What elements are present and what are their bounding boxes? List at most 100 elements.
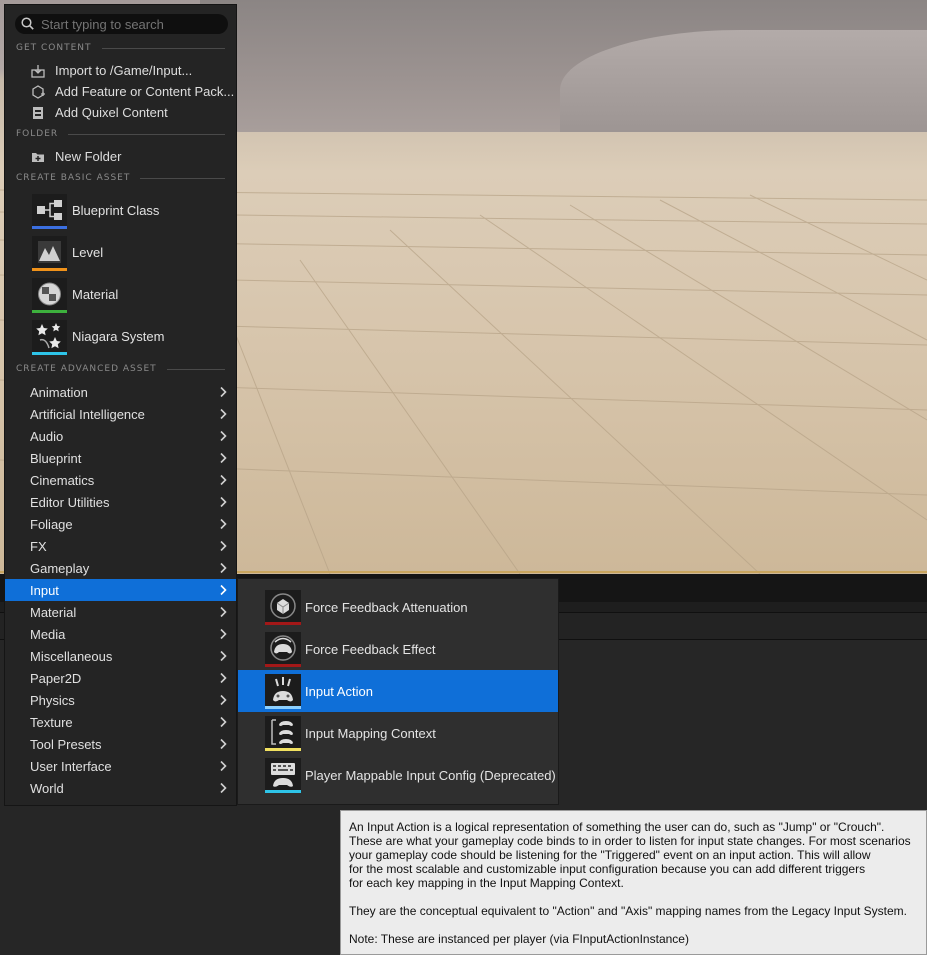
force-feedback-effect-label: Force Feedback Effect bbox=[305, 642, 436, 657]
chevron-right-icon bbox=[220, 386, 227, 398]
chevron-right-icon bbox=[220, 716, 227, 728]
input-action-color-bar bbox=[265, 706, 301, 709]
add-new-context-menu: GET CONTENT Import to /Game/Input... Add… bbox=[4, 4, 237, 806]
category-world[interactable]: World bbox=[5, 777, 236, 799]
chevron-right-icon bbox=[220, 474, 227, 486]
category-physics[interactable]: Physics bbox=[5, 689, 236, 711]
section-create-basic-label: CREATE BASIC ASSET bbox=[16, 173, 131, 183]
category-label: Paper2D bbox=[30, 671, 82, 686]
material-icon bbox=[32, 278, 67, 310]
category-label: Cinematics bbox=[30, 473, 95, 488]
import-menu-item[interactable]: Import to /Game/Input... bbox=[5, 60, 236, 81]
category-label: Editor Utilities bbox=[30, 495, 110, 510]
material-item[interactable]: Material bbox=[5, 276, 236, 316]
chevron-right-icon bbox=[220, 694, 227, 706]
force-feedback-effect-color-bar bbox=[265, 664, 301, 667]
level-label: Level bbox=[72, 245, 104, 260]
level-icon bbox=[32, 236, 67, 268]
search-icon bbox=[21, 17, 34, 30]
category-texture[interactable]: Texture bbox=[5, 711, 236, 733]
category-label: Foliage bbox=[30, 517, 73, 532]
category-cinematics[interactable]: Cinematics bbox=[5, 469, 236, 491]
category-label: FX bbox=[30, 539, 47, 554]
input-mapping-context-item[interactable]: Input Mapping Context bbox=[238, 712, 558, 754]
category-tool-presets[interactable]: Tool Presets bbox=[5, 733, 236, 755]
category-label: World bbox=[30, 781, 64, 796]
section-folder: FOLDER bbox=[16, 128, 225, 140]
niagara-system-label: Niagara System bbox=[72, 329, 165, 344]
new-folder-icon bbox=[32, 152, 44, 162]
chevron-right-icon bbox=[220, 430, 227, 442]
category-blueprint[interactable]: Blueprint bbox=[5, 447, 236, 469]
add-quixel-menu-item[interactable]: Add Quixel Content bbox=[5, 102, 236, 123]
blueprint-class-color-bar bbox=[32, 226, 67, 229]
level-item[interactable]: Level bbox=[5, 234, 236, 274]
search-input[interactable] bbox=[41, 14, 221, 34]
category-label: Artificial Intelligence bbox=[30, 407, 145, 422]
player-mappable-input-config-item[interactable]: Player Mappable Input Config (Deprecated… bbox=[238, 754, 558, 796]
chevron-right-icon bbox=[220, 628, 227, 640]
input-action-tooltip: An Input Action is a logical representat… bbox=[340, 810, 927, 955]
new-folder-menu-item[interactable]: New Folder bbox=[5, 146, 236, 167]
chevron-right-icon bbox=[220, 452, 227, 464]
chevron-right-icon bbox=[220, 606, 227, 618]
category-label: User Interface bbox=[30, 759, 112, 774]
section-create-advanced-asset: CREATE ADVANCED ASSET bbox=[16, 363, 225, 375]
input-mapping-context-label: Input Mapping Context bbox=[305, 726, 436, 741]
category-fx[interactable]: FX bbox=[5, 535, 236, 557]
force-feedback-effect-icon bbox=[265, 632, 301, 664]
section-get-content: GET CONTENT bbox=[16, 42, 225, 54]
player-mappable-input-config-label: Player Mappable Input Config (Deprecated… bbox=[305, 768, 556, 783]
category-label: Animation bbox=[30, 385, 88, 400]
force-feedback-effect-item[interactable]: Force Feedback Effect bbox=[238, 628, 558, 670]
chevron-right-icon bbox=[220, 650, 227, 662]
category-miscellaneous[interactable]: Miscellaneous bbox=[5, 645, 236, 667]
category-artificial-intelligence[interactable]: Artificial Intelligence bbox=[5, 403, 236, 425]
search-box[interactable] bbox=[15, 14, 228, 34]
category-label: Blueprint bbox=[30, 451, 82, 466]
material-color-bar bbox=[32, 310, 67, 313]
category-input[interactable]: Input bbox=[5, 579, 236, 601]
section-folder-label: FOLDER bbox=[16, 129, 59, 139]
chevron-right-icon bbox=[220, 672, 227, 684]
chevron-right-icon bbox=[220, 782, 227, 794]
category-foliage[interactable]: Foliage bbox=[5, 513, 236, 535]
category-audio[interactable]: Audio bbox=[5, 425, 236, 447]
chevron-right-icon bbox=[220, 738, 227, 750]
blueprint-class-label: Blueprint Class bbox=[72, 203, 160, 218]
player-mappable-config-icon bbox=[265, 758, 301, 790]
category-paper2d[interactable]: Paper2D bbox=[5, 667, 236, 689]
blueprint-class-icon bbox=[32, 194, 67, 226]
input-mapping-context-color-bar bbox=[265, 748, 301, 751]
blueprint-class-item[interactable]: Blueprint Class bbox=[5, 192, 236, 232]
category-label: Input bbox=[30, 583, 59, 598]
input-action-label: Input Action bbox=[305, 684, 373, 699]
section-create-advanced-label: CREATE ADVANCED ASSET bbox=[16, 364, 157, 374]
force-feedback-attenuation-color-bar bbox=[265, 622, 301, 625]
category-label: Texture bbox=[30, 715, 73, 730]
category-editor-utilities[interactable]: Editor Utilities bbox=[5, 491, 236, 513]
force-feedback-attenuation-item[interactable]: Force Feedback Attenuation bbox=[238, 586, 558, 628]
category-media[interactable]: Media bbox=[5, 623, 236, 645]
chevron-right-icon bbox=[220, 562, 227, 574]
import-icon bbox=[31, 64, 45, 78]
category-material[interactable]: Material bbox=[5, 601, 236, 623]
add-feature-menu-item[interactable]: Add Feature or Content Pack... bbox=[5, 81, 236, 102]
chevron-right-icon bbox=[220, 518, 227, 530]
category-label: Tool Presets bbox=[30, 737, 102, 752]
category-user-interface[interactable]: User Interface bbox=[5, 755, 236, 777]
input-action-item[interactable]: Input Action bbox=[238, 670, 558, 712]
category-label: Material bbox=[30, 605, 77, 620]
import-label: Import to /Game/Input... bbox=[55, 63, 193, 78]
tooltip-paragraph-1: An Input Action is a logical representat… bbox=[349, 820, 911, 890]
new-folder-label: New Folder bbox=[55, 149, 122, 164]
force-feedback-attenuation-label: Force Feedback Attenuation bbox=[305, 600, 468, 615]
category-animation[interactable]: Animation bbox=[5, 381, 236, 403]
quixel-icon bbox=[33, 106, 43, 119]
add-quixel-label: Add Quixel Content bbox=[55, 105, 168, 120]
category-gameplay[interactable]: Gameplay bbox=[5, 557, 236, 579]
niagara-system-item[interactable]: Niagara System bbox=[5, 318, 236, 358]
category-label: Gameplay bbox=[30, 561, 90, 576]
chevron-right-icon bbox=[220, 760, 227, 772]
add-feature-icon bbox=[32, 84, 45, 99]
